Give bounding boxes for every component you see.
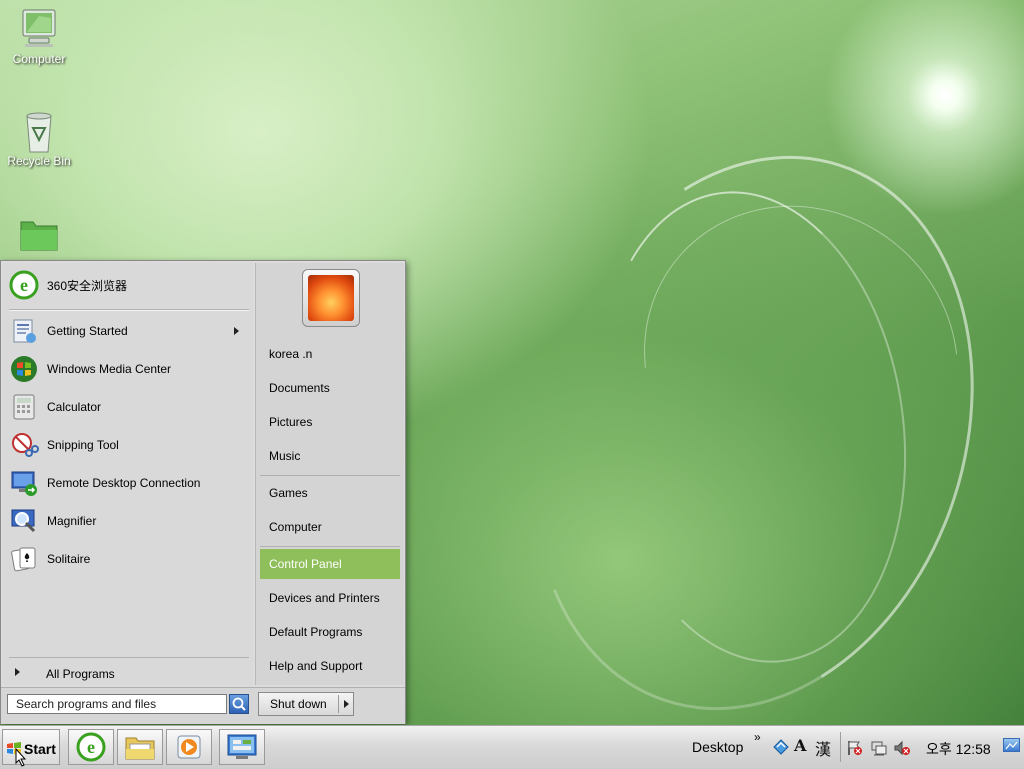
remote-desktop-icon — [9, 468, 39, 498]
show-desktop-icon — [1005, 741, 1018, 750]
place-help-support[interactable]: Help and Support — [260, 651, 400, 681]
place-devices-printers[interactable]: Devices and Printers — [260, 583, 400, 613]
program-label: Calculator — [47, 400, 102, 414]
ime-hanja-icon[interactable]: 漢 — [815, 736, 831, 760]
all-programs-arrow-icon — [15, 668, 20, 676]
place-computer[interactable]: Computer — [260, 512, 400, 542]
desktop-icon-label: Computer — [12, 52, 66, 66]
tray-divider — [840, 732, 841, 762]
places-separator — [260, 546, 400, 547]
media-player-icon — [177, 735, 201, 759]
taskbar-media-player[interactable] — [166, 729, 212, 765]
pinned-separator-highlight — [9, 310, 249, 311]
browser-360-icon: e — [9, 270, 39, 300]
program-label: 360安全浏览器 — [47, 278, 128, 293]
media-center-icon — [9, 354, 39, 384]
getting-started-icon — [9, 316, 39, 346]
all-programs-label: All Programs — [46, 667, 115, 681]
magnifier-icon — [9, 506, 39, 536]
action-center-flag-icon[interactable] — [846, 739, 864, 757]
place-pictures[interactable]: Pictures — [260, 407, 400, 437]
program-calculator[interactable]: Calculator — [9, 389, 249, 425]
wallpaper-swirl — [462, 98, 1024, 768]
taskbar-control-panel[interactable] — [219, 729, 265, 765]
taskbar-360-browser[interactable]: e — [68, 729, 114, 765]
place-control-panel[interactable]: Control Panel — [260, 549, 400, 579]
mouse-cursor-icon — [15, 748, 27, 767]
program-label: Snipping Tool — [47, 438, 119, 452]
search-icon — [232, 697, 246, 711]
volume-muted-icon[interactable] — [893, 739, 911, 757]
desktop-icon-computer[interactable]: Computer — [1, 6, 77, 66]
taskbar: Start e Desktop » A 漢 오후 12:58 — [0, 725, 1024, 769]
place-documents[interactable]: Documents — [260, 373, 400, 403]
desktop-toolbar-label[interactable]: Desktop — [692, 739, 743, 755]
show-desktop-button[interactable] — [1003, 738, 1020, 752]
ime-mode-icon[interactable]: A — [794, 736, 806, 755]
places-separator — [260, 475, 400, 476]
program-label: Solitaire — [47, 552, 91, 566]
file-explorer-icon — [125, 737, 155, 760]
place-games[interactable]: Games — [260, 478, 400, 508]
folder-icon — [17, 214, 61, 258]
start-menu-places-pane: korea .n Documents Pictures Music Games … — [255, 263, 404, 685]
browser-360-icon: e — [76, 732, 106, 762]
shutdown-options-arrow-icon[interactable] — [344, 700, 349, 708]
start-label: Start — [24, 741, 56, 757]
program-solitaire[interactable]: Solitaire — [9, 541, 249, 577]
all-programs-button[interactable]: All Programs — [9, 661, 249, 685]
clock[interactable]: 오후 12:58 — [926, 739, 991, 759]
user-picture[interactable] — [302, 269, 360, 327]
desktop-icon-recycle-bin[interactable]: Recycle Bin — [1, 108, 77, 168]
recycle-bin-icon — [17, 108, 61, 153]
scissors-icon — [9, 430, 39, 460]
program-snipping-tool[interactable]: Snipping Tool — [9, 427, 249, 463]
start-button[interactable]: Start — [2, 729, 60, 767]
start-menu: e 360安全浏览器 Getting Started Windows Media… — [0, 260, 406, 724]
program-label: Windows Media Center — [47, 362, 172, 376]
wallpaper-swirl — [568, 171, 936, 683]
program-remote-desktop[interactable]: Remote Desktop Connection — [9, 465, 249, 501]
wallpaper-swirl — [580, 141, 1022, 581]
all-programs-separator — [9, 657, 249, 658]
program-magnifier[interactable]: Magnifier — [9, 503, 249, 539]
network-icon[interactable] — [870, 739, 888, 757]
pinned-360-browser[interactable]: e 360安全浏览器 — [9, 267, 249, 303]
program-label: Remote Desktop Connection — [47, 476, 201, 490]
search-button[interactable] — [229, 694, 249, 714]
desktop-icon-folder[interactable] — [1, 214, 77, 260]
program-getting-started[interactable]: Getting Started — [9, 313, 249, 349]
control-panel-icon — [227, 734, 257, 759]
place-user[interactable]: korea .n — [260, 339, 400, 369]
submenu-arrow-icon — [234, 327, 239, 335]
place-default-programs[interactable]: Default Programs — [260, 617, 400, 647]
svg-text:e: e — [20, 275, 28, 295]
user-picture-flower — [308, 275, 354, 321]
cards-icon — [9, 544, 39, 574]
start-menu-bottom-bar: Search programs and files Shut down — [1, 687, 405, 724]
shutdown-divider — [338, 695, 339, 713]
language-bar-icon[interactable] — [772, 738, 790, 756]
search-input[interactable]: Search programs and files — [7, 694, 227, 714]
shutdown-label: Shut down — [270, 697, 327, 711]
program-windows-media-center[interactable]: Windows Media Center — [9, 351, 249, 387]
program-label: Getting Started — [47, 324, 128, 338]
taskbar-file-explorer[interactable] — [117, 729, 163, 765]
program-label: Magnifier — [47, 514, 97, 528]
svg-text:e: e — [87, 737, 95, 757]
start-menu-programs-pane: e 360安全浏览器 Getting Started Windows Media… — [3, 263, 253, 685]
toolbar-chevron[interactable]: » — [754, 730, 761, 744]
place-music[interactable]: Music — [260, 441, 400, 471]
shutdown-button[interactable]: Shut down — [258, 692, 354, 716]
computer-icon — [17, 6, 61, 50]
desktop-icon-label: Recycle Bin — [7, 154, 71, 168]
calculator-icon — [9, 392, 39, 422]
